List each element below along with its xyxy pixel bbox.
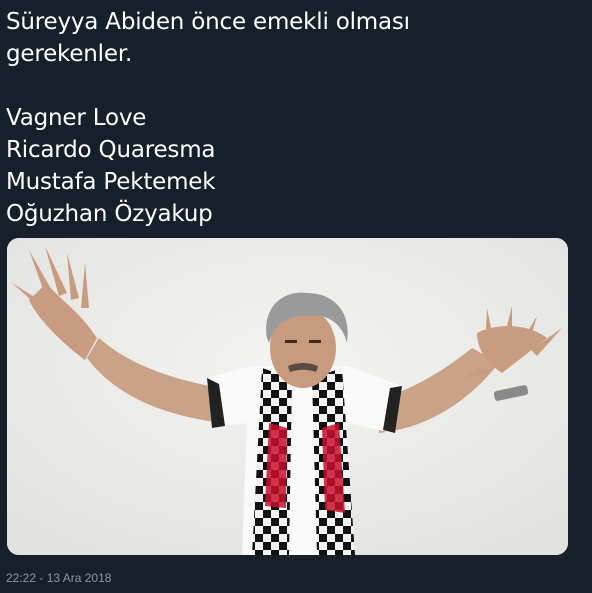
photo-of-man-in-football-scarf-icon: [7, 238, 568, 555]
tweet-text-line: Süreyya Abiden önce emekli olması: [6, 9, 410, 35]
tweet-list-item: Vagner Love: [6, 105, 147, 131]
tweet-timestamp[interactable]: 22:22 - 13 Ara 2018: [6, 570, 111, 586]
tweet-text: Süreyya Abiden önce emekli olması gereke…: [6, 6, 566, 230]
tweet-text-line: gerekenler.: [6, 41, 133, 67]
tweet-list-item: Mustafa Pektemek: [6, 169, 216, 195]
tweet-photo[interactable]: [7, 238, 568, 555]
tweet-list-item: Oğuzhan Özyakup: [6, 201, 213, 227]
tweet-detail: Süreyya Abiden önce emekli olması gereke…: [0, 0, 592, 593]
tweet-list-item: Ricardo Quaresma: [6, 137, 216, 163]
